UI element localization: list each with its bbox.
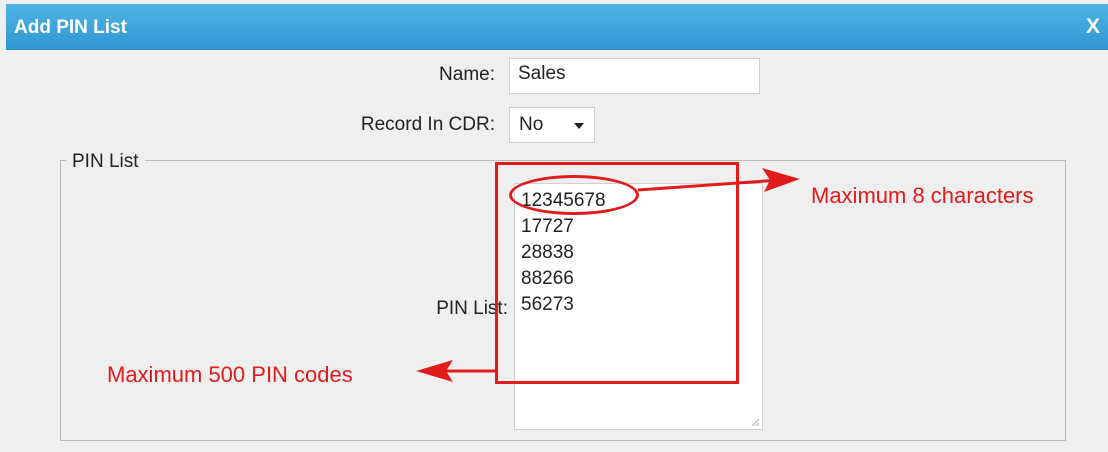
annotation-max-characters: Maximum 8 characters — [811, 183, 1034, 208]
annotation-max-pin-codes: Maximum 500 PIN codes — [107, 362, 353, 387]
annotation-arrow-line — [637, 178, 781, 192]
